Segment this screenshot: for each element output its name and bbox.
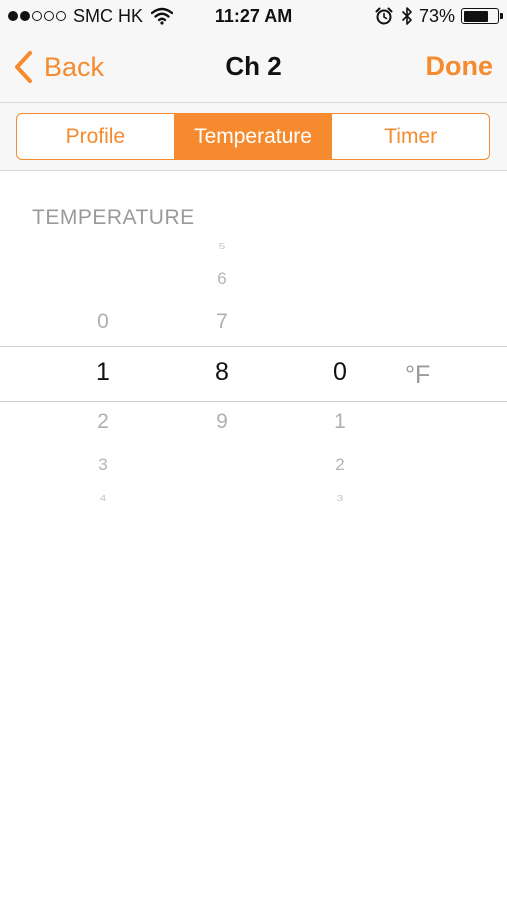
battery-fill [463,10,488,22]
battery-cap [500,13,503,19]
picker-selected-value[interactable]: 8 [202,358,242,387]
picker-option[interactable]: 1 [320,410,360,434]
picker-selected-value[interactable]: 0 [320,358,360,387]
tab-profile[interactable]: Profile [17,114,174,159]
tab-temperature[interactable]: Temperature [173,114,332,159]
picker-option[interactable]: 7 [202,310,242,334]
picker-option[interactable]: 4 [83,493,123,503]
bluetooth-icon [401,7,412,25]
tab-timer[interactable]: Timer [331,114,489,159]
temperature-unit: °F [405,361,431,389]
picker-option[interactable]: 3 [83,455,123,475]
segmented-control-area: Profile Temperature Timer [0,103,507,171]
picker-option[interactable]: 9 [202,410,242,434]
status-indicators: 73% [375,5,503,26]
picker-option[interactable]: 6 [202,269,242,289]
picker-option[interactable]: 5 [202,241,242,251]
navigation-bar: Back Ch 2 Done [0,33,507,103]
segmented-control: Profile Temperature Timer [16,113,490,160]
picker-option[interactable]: 0 [83,310,123,334]
picker-selection-top-line [0,346,507,347]
picker-selection-bottom-line [0,401,507,402]
picker-option[interactable]: 3 [320,493,360,503]
section-label: TEMPERATURE [32,206,195,229]
alarm-clock-icon [375,7,393,25]
status-bar: SMC HK 11:27 AM 73% [0,0,507,33]
battery-icon [461,8,503,24]
done-button[interactable]: Done [426,51,494,82]
battery-percent: 73% [418,5,455,26]
picker-selected-value[interactable]: 1 [83,358,123,387]
picker-option[interactable]: 2 [320,455,360,475]
picker-option[interactable]: 2 [83,410,123,434]
